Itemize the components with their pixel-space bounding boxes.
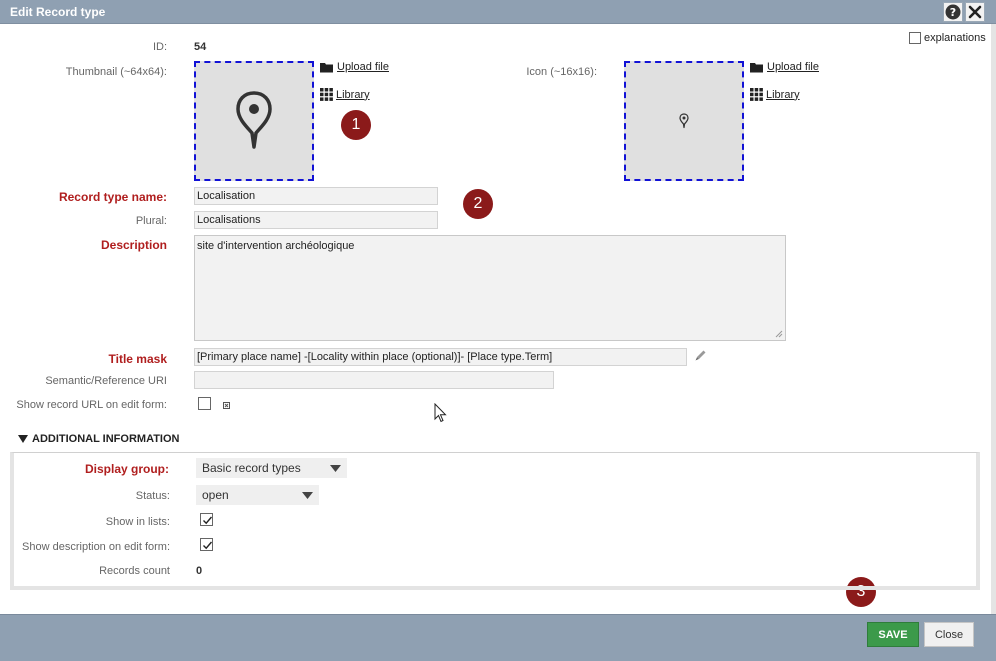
map-marker-icon (236, 91, 272, 149)
description-textarea[interactable]: site d'intervention archéologique (194, 235, 786, 341)
dialog-footer (0, 614, 996, 661)
thumbnail-label: Thumbnail (~64x64): (65, 66, 167, 78)
records-count-label: Records count (99, 565, 170, 577)
dropdown-arrow-icon (330, 464, 341, 472)
triangle-down-icon (18, 435, 28, 443)
record-type-name-label: Record type name: (58, 190, 167, 204)
library-label: Library (336, 88, 370, 101)
close-icon (968, 5, 982, 19)
icon-upload-link[interactable]: Upload file (750, 61, 819, 73)
info-icon[interactable] (223, 400, 230, 412)
save-button[interactable]: SAVE (867, 622, 919, 647)
uri-input[interactable] (194, 371, 554, 389)
close-button[interactable]: Close (924, 622, 974, 647)
dialog-title: Edit Record type (10, 5, 106, 19)
additional-info-heading: ADDITIONAL INFORMATION (32, 433, 180, 445)
status-value: open (202, 488, 229, 502)
show-url-checkbox[interactable] (198, 397, 211, 410)
edit-title-mask-button[interactable] (694, 349, 707, 365)
checkmark-icon (203, 541, 213, 550)
step-badge-1: 1 (341, 110, 371, 140)
plural-label: Plural: (135, 215, 167, 227)
record-type-name-input[interactable]: Localisation (194, 187, 438, 205)
records-count-value: 0 (196, 565, 203, 577)
thumbnail-image[interactable] (194, 61, 314, 181)
help-button[interactable]: ? (943, 2, 963, 22)
icon-label: Icon (~16x16): (526, 66, 597, 78)
uri-label: Semantic/Reference URI (45, 375, 167, 387)
explanations-label: explanations (924, 32, 986, 44)
scrollbar-strip[interactable] (991, 24, 996, 614)
explanations-toggle[interactable]: explanations (909, 32, 986, 44)
description-text: site d'intervention archéologique (197, 240, 355, 252)
step-badge-2: 2 (463, 189, 493, 219)
show-in-lists-checkbox[interactable] (200, 513, 213, 526)
display-group-label: Display group: (84, 462, 169, 476)
dialog-titlebar: Edit Record type ? (0, 0, 996, 24)
title-mask-input[interactable]: [Primary place name] -[Locality within p… (194, 348, 687, 366)
library-label: Library (766, 88, 800, 101)
close-dialog-button[interactable] (965, 2, 985, 22)
dropdown-arrow-icon (302, 491, 313, 499)
show-description-label: Show description on edit form: (22, 541, 170, 553)
thumbnail-library-link[interactable]: Library (320, 88, 370, 101)
show-url-label: Show record URL on edit form: (16, 399, 167, 411)
folder-icon (320, 62, 333, 72)
map-marker-small-icon (679, 113, 689, 129)
description-label: Description (100, 238, 167, 252)
display-group-select[interactable]: Basic record types (196, 458, 347, 478)
status-label: Status: (135, 490, 170, 502)
title-mask-label: Title mask (108, 352, 167, 366)
grid-icon (750, 88, 763, 101)
folder-icon (750, 62, 763, 72)
id-value: 54 (194, 41, 207, 53)
upload-file-label: Upload file (337, 61, 389, 73)
display-group-value: Basic record types (202, 461, 301, 475)
icon-image[interactable] (624, 61, 744, 181)
show-description-checkbox[interactable] (200, 538, 213, 551)
explanations-checkbox[interactable] (909, 32, 921, 44)
resize-handle-icon (775, 330, 783, 338)
status-select[interactable]: open (196, 485, 319, 505)
mouse-cursor-icon (434, 403, 447, 423)
icon-library-link[interactable]: Library (750, 88, 800, 101)
pencil-icon (695, 350, 706, 361)
plural-input[interactable]: Localisations (194, 211, 438, 229)
svg-text:?: ? (950, 6, 956, 19)
id-label: ID: (152, 41, 167, 53)
grid-icon (320, 88, 333, 101)
help-icon: ? (945, 4, 961, 20)
additional-info-toggle[interactable]: ADDITIONAL INFORMATION (18, 433, 179, 445)
upload-file-label: Upload file (767, 61, 819, 73)
thumbnail-upload-link[interactable]: Upload file (320, 61, 389, 73)
checkmark-icon (203, 516, 213, 525)
show-in-lists-label: Show in lists: (105, 516, 170, 528)
